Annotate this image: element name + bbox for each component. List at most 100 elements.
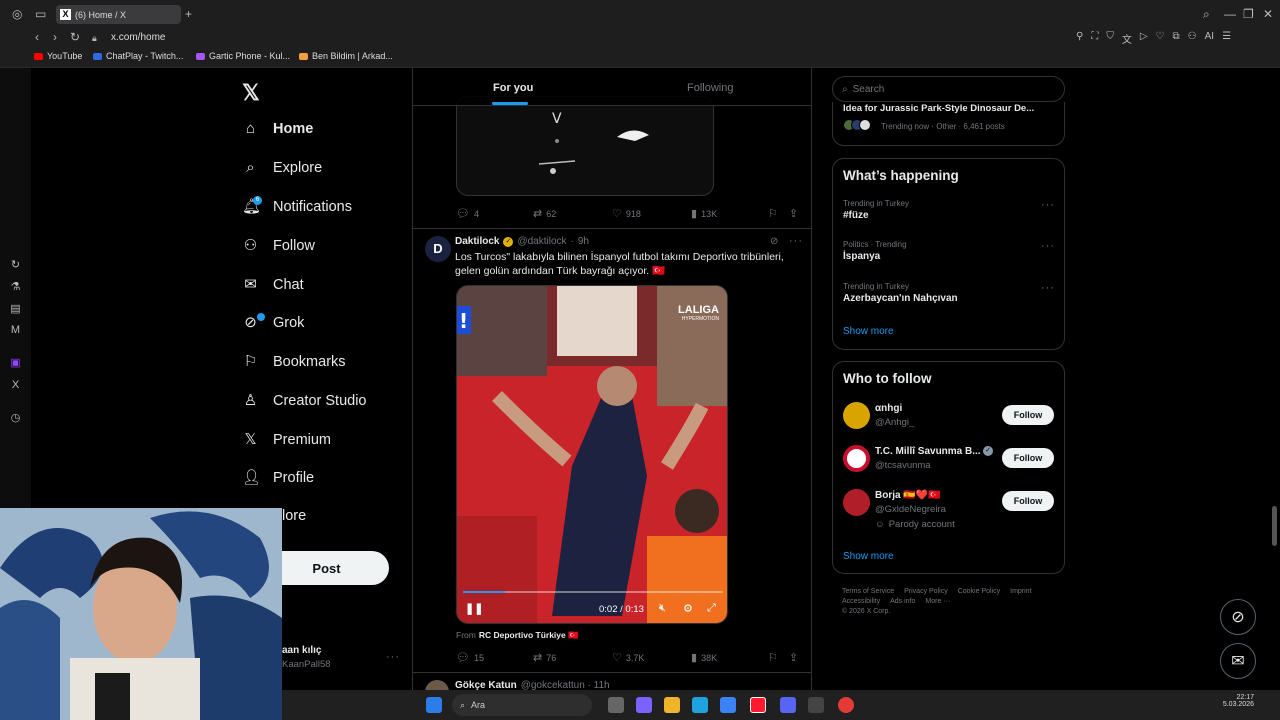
tweet-time[interactable]: 9h: [578, 236, 589, 247]
tab-for-you[interactable]: For you: [493, 82, 533, 94]
discord-icon[interactable]: [780, 697, 796, 713]
nav-grok[interactable]: ⊘ Grok: [242, 314, 304, 331]
footer-privacy[interactable]: Privacy Policy: [904, 588, 948, 595]
pin-icon[interactable]: ⚲: [1076, 31, 1083, 46]
fullscreen-icon[interactable]: ⤢: [707, 602, 716, 615]
footer-more[interactable]: More ···: [925, 598, 950, 605]
search-tabs-icon[interactable]: ⌕: [1203, 8, 1210, 20]
translate-icon[interactable]: 文: [1122, 31, 1132, 46]
share-button[interactable]: ⇪: [789, 651, 798, 664]
tab-menu-icon[interactable]: ▭: [35, 8, 46, 20]
explorer-icon[interactable]: [664, 697, 680, 713]
trend-item[interactable]: Trending in Turkey #füze ···: [843, 199, 1055, 221]
author-handle[interactable]: @daktilock: [517, 236, 566, 247]
forward-icon[interactable]: ›: [53, 31, 57, 43]
play-icon[interactable]: ▷: [1140, 31, 1148, 46]
obs-icon[interactable]: [808, 697, 824, 713]
source-account-link[interactable]: RC Deportivo Türkiye 🇹🇷: [479, 630, 579, 641]
follow-button[interactable]: Follow: [1002, 491, 1054, 511]
messages-fab[interactable]: ✉: [1220, 643, 1256, 679]
browser-tab-home[interactable]: X (6) Home / X: [56, 5, 181, 24]
scrollbar[interactable]: [1272, 506, 1277, 546]
nav-explore[interactable]: ⌕ Explore: [242, 159, 322, 176]
settings-icon[interactable]: ⚙: [683, 602, 693, 615]
nav-creator-studio[interactable]: ♙ Creator Studio: [242, 392, 367, 409]
suggestion-name[interactable]: T.C. Millî Savunma B...: [875, 446, 981, 457]
prev-share-button[interactable]: ⇪: [789, 207, 798, 220]
footer-imprint[interactable]: Imprint: [1010, 588, 1031, 595]
bookmark-youtube[interactable]: YouTube: [34, 51, 82, 61]
tweet-video[interactable]: ! LALIGA HYPERMOTION ❚❚ 0:02 / 0:13 🔇︎ ⚙…: [456, 285, 728, 624]
grok-fab[interactable]: ⊘: [1220, 599, 1256, 635]
avatar[interactable]: [843, 402, 870, 429]
x-sidebar-icon[interactable]: X: [9, 379, 22, 392]
nav-premium[interactable]: 𝕏 Premium: [242, 431, 331, 448]
aria-icon[interactable]: ⚗: [9, 281, 22, 294]
close-window-icon[interactable]: ✕: [1263, 8, 1273, 20]
author-name[interactable]: Daktilock: [455, 236, 499, 247]
bookmark-benbildim[interactable]: Ben Bildim | Arkad...: [299, 51, 393, 61]
views-button[interactable]: ▮ 38K: [691, 651, 717, 664]
account-icon[interactable]: ⚇: [1188, 31, 1197, 46]
taskbar-search[interactable]: ⌕ Ara: [452, 694, 592, 716]
messenger-icon[interactable]: M: [9, 324, 22, 337]
footer-accessibility[interactable]: Accessibility: [842, 598, 880, 605]
footer-ads-info[interactable]: Ads info: [890, 598, 915, 605]
nav-more[interactable]: lore: [282, 508, 306, 524]
prev-reply-button[interactable]: 💬︎ 4: [456, 207, 479, 220]
restore-icon[interactable]: ❐: [1243, 8, 1254, 20]
heart-icon[interactable]: ♡: [1156, 31, 1165, 46]
suggestion-name[interactable]: Borja 🇪🇸❤️🇹🇷: [875, 490, 941, 501]
menu-icon[interactable]: ☰: [1222, 31, 1231, 46]
follow-button[interactable]: Follow: [1002, 448, 1054, 468]
account-more-icon[interactable]: ···: [386, 651, 400, 663]
snapshot-icon[interactable]: ⛶: [1091, 31, 1098, 46]
tweet-more-icon[interactable]: ···: [789, 235, 803, 247]
nav-chat[interactable]: ✉ Chat: [242, 276, 303, 293]
suggestion-name[interactable]: αnhgi: [875, 403, 902, 414]
url-field[interactable]: x.com/home: [111, 32, 165, 43]
author-avatar[interactable]: D: [425, 236, 451, 262]
avatar[interactable]: [843, 445, 870, 472]
mute-icon[interactable]: 🔇︎: [659, 602, 666, 615]
new-tab-icon[interactable]: +: [185, 8, 192, 20]
windows-start-icon[interactable]: [426, 697, 442, 713]
previous-tweet-media[interactable]: V: [456, 96, 714, 196]
who-to-follow-show-more[interactable]: Show more: [843, 551, 894, 562]
nav-home[interactable]: ⌂ Home: [242, 120, 313, 137]
trend-more-icon[interactable]: ···: [1041, 282, 1055, 294]
history-icon[interactable]: ↻: [9, 259, 22, 272]
trends-show-more[interactable]: Show more: [843, 326, 894, 337]
account-name[interactable]: aan kılıç: [282, 645, 321, 656]
prev-repost-button[interactable]: ⇄ 62: [533, 207, 556, 220]
opera-logo-icon[interactable]: ◎: [12, 8, 22, 20]
grok-tweet-icon[interactable]: ⊘: [770, 236, 778, 247]
like-button[interactable]: ♡ 3.7K: [612, 651, 644, 664]
nav-follow[interactable]: ⚇ Follow: [242, 237, 315, 254]
follow-button[interactable]: Follow: [1002, 405, 1054, 425]
prev-views-button[interactable]: ▮ 13K: [691, 207, 717, 220]
repost-button[interactable]: ⇄ 76: [533, 651, 556, 664]
x-logo-icon[interactable]: 𝕏: [242, 80, 260, 106]
footer-cookies[interactable]: Cookie Policy: [958, 588, 1000, 595]
bookmark-button[interactable]: ⚐: [768, 651, 778, 664]
reload-icon[interactable]: ↻: [70, 31, 80, 43]
top-trend-card[interactable]: Idea for Jurassic Park-Style Dinosaur De…: [832, 102, 1065, 146]
back-icon[interactable]: ‹: [35, 31, 39, 43]
reply-button[interactable]: 💬︎ 15: [456, 651, 484, 664]
ai-button[interactable]: AI: [1205, 31, 1214, 46]
trend-item[interactable]: Politics · Trending İspanya ···: [843, 240, 1055, 262]
copilot-icon[interactable]: [636, 697, 652, 713]
wallet-icon[interactable]: ▤: [9, 303, 22, 316]
pause-icon[interactable]: ❚❚: [465, 602, 483, 615]
nav-profile[interactable]: 👤︎ Profile: [242, 469, 314, 486]
trend-more-icon[interactable]: ···: [1041, 199, 1055, 211]
prev-like-button[interactable]: ♡ 918: [612, 207, 641, 220]
edge-icon[interactable]: [692, 697, 708, 713]
tab-following[interactable]: Following: [687, 82, 733, 94]
footer-terms[interactable]: Terms of Service: [842, 588, 894, 595]
bookmark-chatplay[interactable]: ChatPlay - Twitch...: [93, 51, 183, 61]
bookmark-gartic[interactable]: Gartic Phone - Kul...: [196, 51, 290, 61]
twitch-icon[interactable]: ▣: [9, 357, 22, 370]
prev-bookmark-button[interactable]: ⚐: [768, 207, 778, 220]
